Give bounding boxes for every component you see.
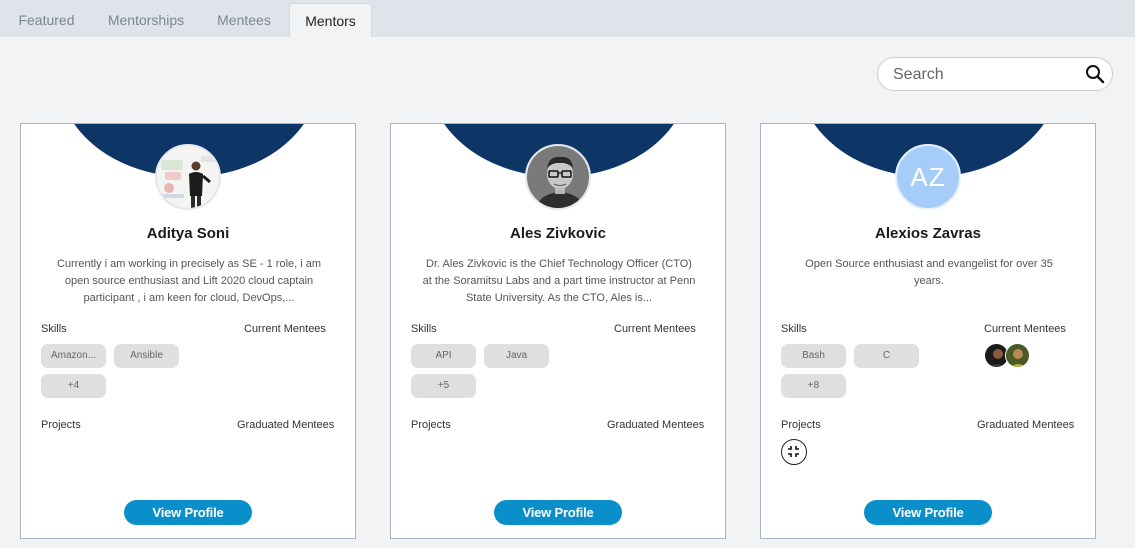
skill-chip: Bash xyxy=(781,344,846,368)
tab-mentors[interactable]: Mentors xyxy=(289,3,372,37)
projects-label: Projects xyxy=(411,419,451,431)
mentor-bio: Dr. Ales Zivkovic is the Chief Technolog… xyxy=(422,258,696,304)
mentor-bio: Open Source enthusiast and evangelist fo… xyxy=(805,258,1053,287)
current-mentees-label: Current Mentees xyxy=(984,323,1066,335)
skill-chip: Ansible xyxy=(114,344,179,368)
tab-mentorships[interactable]: Mentorships xyxy=(93,3,199,37)
graduated-mentees-label: Graduated Mentees xyxy=(977,419,1075,431)
mentor-name: Aditya Soni xyxy=(146,225,230,242)
avatar xyxy=(525,144,591,210)
skill-chip: C xyxy=(854,344,919,368)
search-box xyxy=(877,57,1113,91)
mentor-bio: Currently i am working in precisely as S… xyxy=(56,258,322,304)
current-mentees-label: Current Mentees xyxy=(614,323,696,335)
projects-label: Projects xyxy=(41,419,81,431)
mentor-card: Aditya Soni Currently i am working in pr… xyxy=(20,123,356,539)
mentor-card: Ales Zivkovic Dr. Ales Zivkovic is the C… xyxy=(390,123,726,539)
skill-chip: Amazon... xyxy=(41,344,106,368)
skill-chip: API xyxy=(411,344,476,368)
skills-label: Skills xyxy=(411,323,437,335)
project-icon[interactable] xyxy=(781,439,807,465)
skills-label: Skills xyxy=(781,323,807,335)
more-skills-chip[interactable]: +5 xyxy=(411,374,476,398)
search-input[interactable] xyxy=(893,65,1073,85)
tab-bar: Featured Mentorships Mentees Mentors xyxy=(0,0,1135,37)
more-skills-chip[interactable]: +8 xyxy=(781,374,846,398)
view-profile-button[interactable]: View Profile xyxy=(124,500,252,525)
skills-label: Skills xyxy=(41,323,67,335)
projects-label: Projects xyxy=(781,419,821,431)
current-mentees-label: Current Mentees xyxy=(244,323,326,335)
graduated-mentees-label: Graduated Mentees xyxy=(237,419,335,431)
search-icon[interactable] xyxy=(1085,64,1105,84)
mentor-name: Alexios Zavras xyxy=(875,225,981,242)
view-profile-button[interactable]: View Profile xyxy=(494,500,622,525)
avatar xyxy=(155,144,221,210)
tab-mentees[interactable]: Mentees xyxy=(199,3,289,37)
more-skills-chip[interactable]: +4 xyxy=(41,374,106,398)
graduated-mentees-label: Graduated Mentees xyxy=(607,419,705,431)
tab-featured[interactable]: Featured xyxy=(0,3,93,37)
mentor-card: AZ Alexios Zavras Open Source enthusiast… xyxy=(760,123,1096,539)
avatar-initials: AZ xyxy=(895,144,961,210)
mentee-avatar[interactable] xyxy=(1005,343,1030,368)
skill-chip: Java xyxy=(484,344,549,368)
mentor-name: Ales Zivkovic xyxy=(510,225,606,242)
view-profile-button[interactable]: View Profile xyxy=(864,500,992,525)
